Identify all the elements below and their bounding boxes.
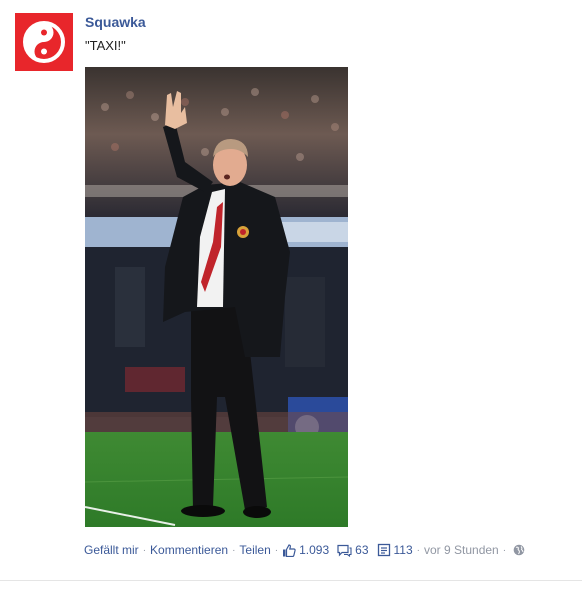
comment-bubble-icon — [337, 544, 352, 557]
page-name-link[interactable]: Squawka — [85, 14, 146, 30]
comments-count-link[interactable]: 63 — [337, 543, 369, 557]
likes-count: 1.093 — [299, 543, 330, 557]
separator-dot: · — [232, 544, 236, 556]
squawka-logo-icon — [23, 21, 65, 63]
facebook-post: Squawka "TAXI!" Gefällt mir · Kommentier… — [0, 0, 582, 589]
post-timestamp[interactable]: vor 9 Stunden — [424, 543, 499, 557]
post-photo[interactable] — [85, 67, 348, 527]
comments-count: 63 — [355, 543, 369, 557]
comment-link[interactable]: Kommentieren — [150, 543, 228, 557]
post-divider — [0, 580, 582, 581]
shares-count: 113 — [393, 543, 413, 557]
separator-dot: · — [142, 544, 147, 556]
separator-dot: · — [502, 544, 507, 556]
share-link[interactable]: Teilen — [239, 543, 270, 557]
separator-dot: · — [416, 544, 420, 556]
like-link[interactable]: Gefällt mir — [84, 543, 139, 557]
post-action-bar: Gefällt mir · Kommentieren · Teilen · 1.… — [84, 543, 525, 557]
post-text: "TAXI!" — [85, 38, 126, 53]
thumbs-up-icon — [283, 543, 296, 557]
page-avatar[interactable] — [15, 13, 73, 71]
public-globe-icon[interactable] — [513, 544, 525, 556]
separator-dot: · — [274, 544, 279, 556]
manager-photo-image — [85, 67, 348, 527]
shares-count-link[interactable]: 113 — [377, 543, 413, 557]
likes-count-link[interactable]: 1.093 — [282, 543, 329, 557]
share-icon — [377, 543, 390, 557]
